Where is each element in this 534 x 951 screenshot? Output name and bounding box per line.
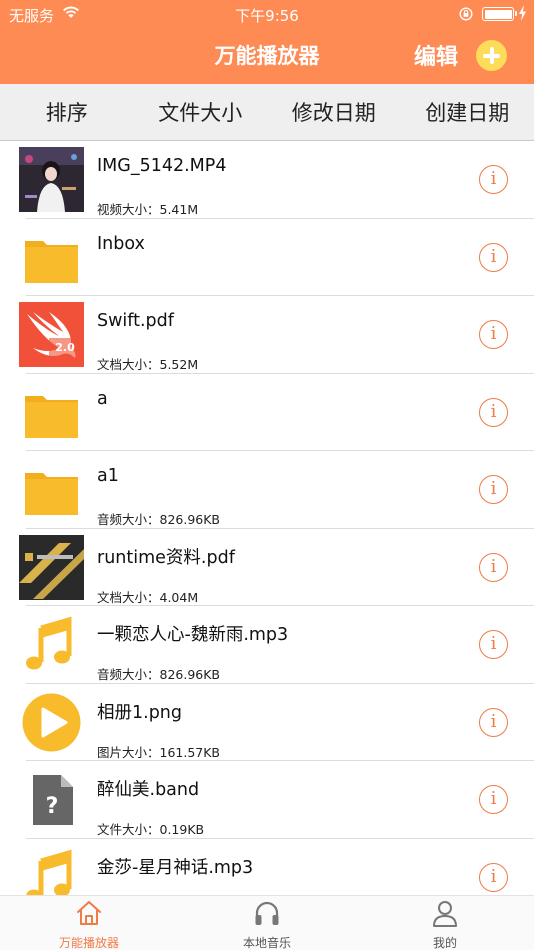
file-size: 音频大小：826.96KB — [97, 664, 220, 683]
status-bar: 无服务 下午9:56 — [0, 0, 534, 28]
sort-bar: 排序 文件大小 修改日期 创建日期 — [0, 84, 534, 141]
edit-button[interactable]: 编辑 — [414, 39, 458, 71]
file-size: 音频大小：826.96KB — [97, 509, 220, 528]
file-name: 相册1.png — [97, 699, 182, 724]
info-button[interactable]: i — [479, 398, 508, 427]
folder-icon — [19, 380, 84, 445]
list-item[interactable]: 一颗恋人心-魏新雨.mp3 音频大小：826.96KB i — [0, 606, 534, 684]
swift-book-cover: 2.0 — [19, 302, 84, 367]
charging-bolt-icon — [518, 5, 527, 21]
file-name: 醉仙美.band — [97, 776, 199, 801]
file-name: Inbox — [97, 234, 145, 254]
sort-option-default[interactable]: 排序 — [0, 84, 134, 140]
info-button[interactable]: i — [479, 785, 508, 814]
headphones-icon — [253, 899, 281, 927]
file-size: 文档大小：4.04M — [97, 587, 198, 606]
svg-text:?: ? — [46, 794, 59, 819]
file-name: a1 — [97, 466, 119, 486]
file-size: 文件大小：0.19KB — [97, 819, 204, 838]
person-icon — [431, 899, 459, 927]
home-icon — [75, 899, 103, 927]
tab-profile[interactable]: 我的 — [385, 896, 505, 951]
file-list: IMG_5142.MP4 视频大小：5.41M i Inbox i 2.0 Sw… — [0, 141, 534, 895]
file-name: runtime资料.pdf — [97, 544, 235, 569]
add-button[interactable] — [476, 40, 507, 71]
list-item[interactable]: 金莎-星月神话.mp3 i — [0, 839, 534, 896]
sort-option-size[interactable]: 文件大小 — [134, 84, 268, 140]
tab-bar: 万能播放器 本地音乐 我的 — [0, 895, 534, 950]
list-item[interactable]: Inbox i — [0, 219, 534, 297]
info-button[interactable]: i — [479, 320, 508, 349]
file-name: a — [97, 389, 108, 409]
info-button[interactable]: i — [479, 165, 508, 194]
rotation-lock-icon — [459, 7, 473, 21]
file-name: Swift.pdf — [97, 311, 174, 331]
battery-icon — [482, 7, 514, 21]
list-item[interactable]: a1 音频大小：826.96KB i — [0, 451, 534, 529]
music-note-icon — [19, 612, 84, 677]
status-time: 下午9:56 — [0, 5, 534, 26]
file-name: IMG_5142.MP4 — [97, 156, 226, 176]
video-thumbnail — [19, 147, 84, 212]
info-button[interactable]: i — [479, 475, 508, 504]
list-item[interactable]: IMG_5142.MP4 视频大小：5.41M i — [0, 141, 534, 219]
file-name: 金莎-星月神话.mp3 — [97, 854, 253, 879]
tab-player[interactable]: 万能播放器 — [29, 896, 149, 951]
file-name: 一颗恋人心-魏新雨.mp3 — [97, 621, 288, 646]
tab-label: 本地音乐 — [207, 934, 327, 951]
file-size: 文档大小：5.52M — [97, 354, 198, 373]
svg-text:2.0: 2.0 — [55, 341, 75, 354]
nav-header: 无服务 下午9:56 万能播放器 编辑 — [0, 0, 534, 84]
info-button[interactable]: i — [479, 630, 508, 659]
tab-label: 我的 — [385, 934, 505, 951]
info-button[interactable]: i — [479, 863, 508, 892]
play-icon — [19, 690, 84, 755]
list-item[interactable]: 2.0 Swift.pdf 文档大小：5.52M i — [0, 296, 534, 374]
folder-icon — [19, 457, 84, 522]
music-note-icon — [19, 845, 84, 896]
sort-option-modified[interactable]: 修改日期 — [267, 84, 401, 140]
sort-option-created[interactable]: 创建日期 — [401, 84, 534, 140]
list-item[interactable]: 相册1.png 图片大小：161.57KB i — [0, 684, 534, 762]
list-item[interactable]: ? 醉仙美.band 文件大小：0.19KB i — [0, 761, 534, 839]
tab-local-music[interactable]: 本地音乐 — [207, 896, 327, 951]
tab-label: 万能播放器 — [29, 934, 149, 951]
list-item[interactable]: a i — [0, 374, 534, 452]
pdf-cover — [19, 535, 84, 600]
info-button[interactable]: i — [479, 708, 508, 737]
folder-icon — [19, 225, 84, 290]
info-button[interactable]: i — [479, 553, 508, 582]
file-size: 图片大小：161.57KB — [97, 742, 220, 761]
info-button[interactable]: i — [479, 243, 508, 272]
unknown-file-icon: ? — [19, 767, 84, 832]
list-item[interactable]: runtime资料.pdf 文档大小：4.04M i — [0, 529, 534, 607]
file-size: 视频大小：5.41M — [97, 199, 198, 218]
